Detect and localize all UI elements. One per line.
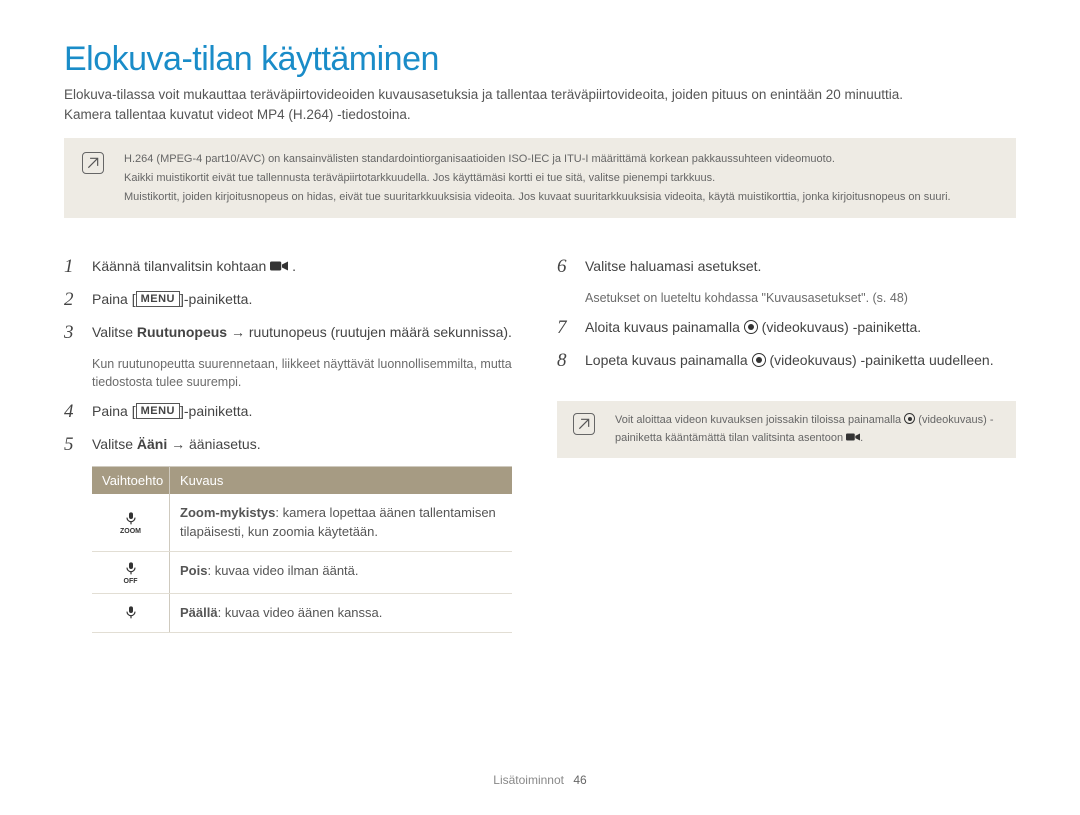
note-line: Muistikortit, joiden kirjoitusnopeus on … xyxy=(124,188,951,207)
step-3: 3 Valitse Ruutunopeus → ruutunopeus (ruu… xyxy=(64,322,523,345)
page-footer: Lisätoiminnot 46 xyxy=(0,773,1080,787)
zoom-mute-icon: ZOOM xyxy=(120,510,141,535)
table-row: Päällä: kuvaa video äänen kanssa. xyxy=(92,594,512,633)
movie-mode-icon xyxy=(846,432,860,442)
options-table: Vaihtoehto Kuvaus ZOOM Zoom-mykistys: ka… xyxy=(92,466,512,633)
movie-mode-icon xyxy=(270,260,288,272)
record-button-icon xyxy=(744,320,758,334)
step-6: 6 Valitse haluamasi asetukset. xyxy=(557,256,1016,279)
page-title: Elokuva-tilan käyttäminen xyxy=(64,40,1016,79)
menu-button-label: MENU xyxy=(136,403,180,419)
step-3-sub: Kun ruutunopeutta suurennetaan, liikkeet… xyxy=(92,355,523,391)
menu-button-label: MENU xyxy=(136,291,180,307)
note-line: Kaikki muistikortit eivät tue tallennust… xyxy=(124,169,951,188)
mic-off-icon: OFF xyxy=(123,560,139,585)
step-5: 5 Valitse Ääni → ääniasetus. xyxy=(64,434,523,457)
note-icon xyxy=(82,152,104,174)
step-4: 4 Paina [MENU]-painiketta. xyxy=(64,401,523,424)
step-7: 7 Aloita kuvaus painamalla (videokuvaus)… xyxy=(557,317,1016,340)
note-icon xyxy=(573,413,595,435)
table-header: Vaihtoehto Kuvaus xyxy=(92,467,512,494)
step-2: 2 Paina [MENU]-painiketta. xyxy=(64,289,523,312)
note-box-right: Voit aloittaa videon kuvauksen joissakin… xyxy=(557,401,1016,458)
table-row: ZOOM Zoom-mykistys: kamera lopettaa ääne… xyxy=(92,494,512,551)
record-button-icon xyxy=(752,353,766,367)
intro-text: Elokuva-tilassa voit mukauttaa teräväpii… xyxy=(64,85,1016,124)
step-8: 8 Lopeta kuvaus painamalla (videokuvaus)… xyxy=(557,350,1016,373)
record-button-icon xyxy=(904,413,915,424)
table-row: OFF Pois: kuvaa video ilman ääntä. xyxy=(92,552,512,594)
note-box-top: H.264 (MPEG-4 part10/AVC) on kansainväli… xyxy=(64,138,1016,218)
step-1: 1 Käännä tilanvalitsin kohtaan . xyxy=(64,256,523,279)
step-6-sub: Asetukset on lueteltu kohdassa "Kuvausas… xyxy=(585,289,1016,307)
note-line: H.264 (MPEG-4 part10/AVC) on kansainväli… xyxy=(124,150,951,169)
mic-icon xyxy=(123,604,139,622)
